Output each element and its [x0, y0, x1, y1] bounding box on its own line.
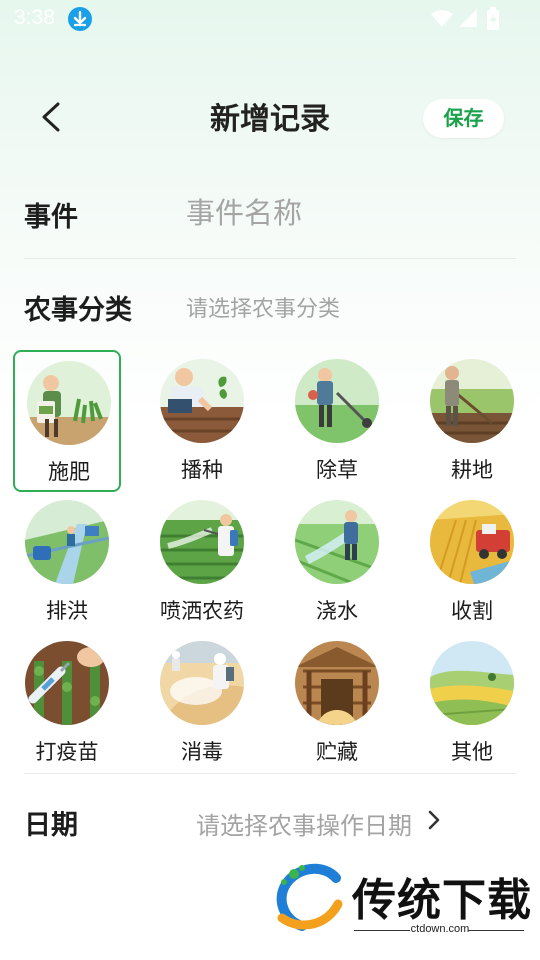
harvest-illustration [430, 500, 514, 584]
weeding-illustration [295, 359, 379, 443]
spray-pesticide-illustration [160, 500, 244, 584]
watermark: 传统下载 ctdown.com [260, 840, 540, 960]
storage-illustration [295, 641, 379, 725]
category-item-label: 播种 [181, 458, 223, 482]
category-item-label: 收割 [451, 599, 493, 623]
category-item-weeding[interactable]: 除草 [283, 350, 391, 492]
divider [24, 258, 516, 259]
cellular-signal-icon [458, 8, 478, 32]
category-item-harvest[interactable]: 收割 [418, 491, 526, 633]
disinfect-illustration [160, 641, 244, 725]
category-item-vaccine[interactable]: 打疫苗 [13, 632, 121, 774]
category-item-label: 打疫苗 [35, 740, 99, 764]
other-landscape-illustration [430, 641, 514, 725]
brand-logo-icon [272, 860, 346, 934]
category-item-storage[interactable]: 贮藏 [283, 632, 391, 774]
wifi-icon [430, 8, 454, 32]
watermark-brand: 传统下载 [352, 875, 532, 926]
fertilize-illustration [27, 361, 111, 445]
category-item-disinfect[interactable]: 消毒 [148, 632, 256, 774]
divider [24, 773, 516, 774]
status-bar: 3:38 [0, 0, 540, 38]
category-label: 农事分类 [24, 295, 132, 326]
chevron-right-icon[interactable] [428, 810, 440, 830]
category-item-label: 其他 [451, 740, 493, 764]
category-item-spray-pesticide[interactable]: 喷洒农药 [148, 491, 256, 633]
event-label: 事件 [24, 202, 78, 233]
sowing-illustration [160, 359, 244, 443]
event-name-input[interactable] [186, 190, 506, 236]
vaccine-illustration [25, 641, 109, 725]
category-select[interactable]: 请选择农事分类 [186, 291, 340, 323]
category-item-label: 耕地 [451, 458, 493, 482]
category-item-label: 贮藏 [316, 740, 358, 764]
date-label: 日期 [24, 810, 78, 841]
plowing-illustration [430, 359, 514, 443]
save-button[interactable]: 保存 [423, 99, 504, 138]
category-item-fertilize[interactable]: 施肥 [13, 350, 121, 492]
category-item-label: 喷洒农药 [160, 599, 244, 623]
category-item-watering[interactable]: 浇水 [283, 491, 391, 633]
category-item-other[interactable]: 其他 [418, 632, 526, 774]
category-item-label: 施肥 [48, 460, 90, 484]
status-time: 3:38 [14, 6, 55, 29]
category-item-label: 除草 [316, 458, 358, 482]
category-item-label: 消毒 [181, 740, 223, 764]
category-item-sowing[interactable]: 播种 [148, 350, 256, 492]
category-item-label: 浇水 [316, 599, 358, 623]
category-item-plowing[interactable]: 耕地 [418, 350, 526, 492]
category-item-drainage[interactable]: 排洪 [13, 491, 121, 633]
category-item-label: 排洪 [46, 599, 88, 623]
drainage-illustration [25, 500, 109, 584]
download-notification-icon [68, 7, 92, 31]
date-picker[interactable]: 请选择农事操作日期 [196, 806, 412, 841]
watering-illustration [295, 500, 379, 584]
battery-icon [486, 7, 500, 35]
app-header: 新增记录 保存 [0, 80, 540, 150]
watermark-url: ctdown.com [410, 923, 470, 935]
